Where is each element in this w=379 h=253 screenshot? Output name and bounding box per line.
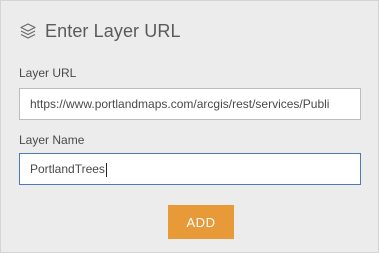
layers-icon [19, 22, 37, 40]
text-cursor [105, 162, 107, 177]
layer-name-label: Layer Name [19, 133, 85, 147]
layer-url-input[interactable]: https://www.portlandmaps.com/arcgis/rest… [19, 88, 361, 120]
add-button[interactable]: ADD [168, 205, 234, 239]
layer-url-value: https://www.portlandmaps.com/arcgis/rest… [30, 97, 330, 111]
layer-name-input[interactable]: PortlandTrees [19, 153, 361, 185]
layer-name-value: PortlandTrees [30, 162, 105, 176]
panel-title: Enter Layer URL [45, 20, 181, 41]
panel-header: Enter Layer URL [19, 19, 181, 43]
layer-url-label: Layer URL [19, 66, 77, 80]
enter-layer-url-panel: Enter Layer URL Layer URL https://www.po… [0, 0, 379, 253]
